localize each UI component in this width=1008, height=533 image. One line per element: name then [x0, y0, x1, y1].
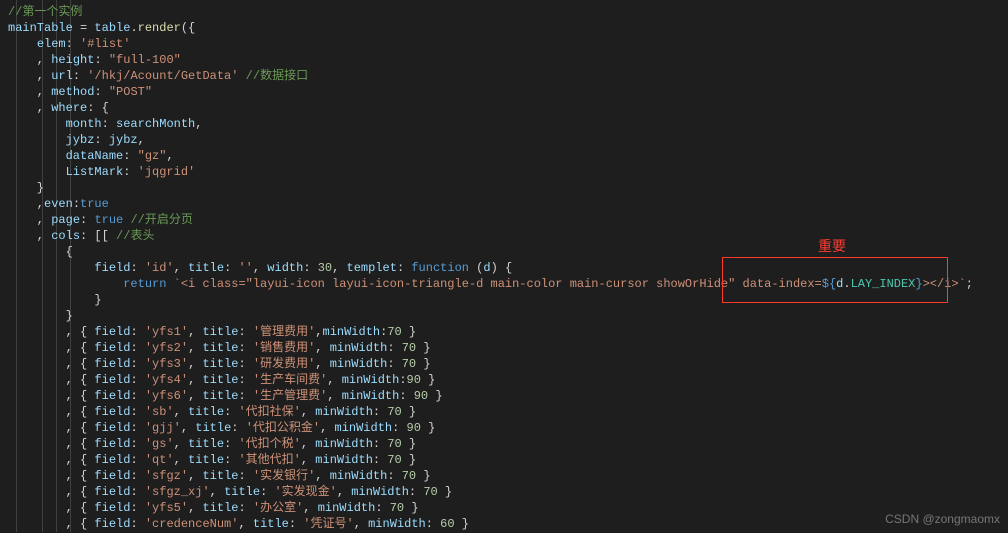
code-line[interactable]: , page: true //开启分页 — [0, 212, 1008, 228]
code-line[interactable]: , { field: 'gjj', title: '代扣公积金', minWid… — [0, 420, 1008, 436]
code-line[interactable]: ListMark: 'jqgrid' — [0, 164, 1008, 180]
code-line[interactable]: } — [0, 308, 1008, 324]
code-line[interactable]: //第一个实例 — [0, 4, 1008, 20]
code-line[interactable]: } — [0, 180, 1008, 196]
code-line[interactable]: dataName: "gz", — [0, 148, 1008, 164]
code-line[interactable]: , { field: 'yfs1', title: '管理费用',minWidt… — [0, 324, 1008, 340]
code-line[interactable]: elem: '#list' — [0, 36, 1008, 52]
code-line[interactable]: , { field: 'yfs3', title: '研发费用', minWid… — [0, 356, 1008, 372]
code-line[interactable]: month: searchMonth, — [0, 116, 1008, 132]
code-line[interactable]: , url: '/hkj/Acount/GetData' //数据接口 — [0, 68, 1008, 84]
code-line[interactable]: field: 'id', title: '', width: 30, templ… — [0, 260, 1008, 276]
code-line[interactable]: , where: { — [0, 100, 1008, 116]
code-line[interactable]: , { field: 'sfgz_xj', title: '实发现金', min… — [0, 484, 1008, 500]
code-line[interactable]: ,even:true — [0, 196, 1008, 212]
code-line[interactable]: , { field: 'yfs2', title: '销售费用', minWid… — [0, 340, 1008, 356]
code-line[interactable]: } — [0, 292, 1008, 308]
code-line[interactable]: , cols: [[ //表头 — [0, 228, 1008, 244]
code-line[interactable]: , { field: 'credenceNum', title: '凭证号', … — [0, 516, 1008, 532]
code-line[interactable]: , method: "POST" — [0, 84, 1008, 100]
code-line[interactable]: jybz: jybz, — [0, 132, 1008, 148]
code-line[interactable]: , { field: 'sb', title: '代扣社保', minWidth… — [0, 404, 1008, 420]
code-line[interactable]: { — [0, 244, 1008, 260]
code-line[interactable]: return `<i class="layui-icon layui-icon-… — [0, 276, 1008, 292]
code-line[interactable]: , { field: 'qt', title: '其他代扣', minWidth… — [0, 452, 1008, 468]
code-line[interactable]: , { field: 'gs', title: '代扣个税', minWidth… — [0, 436, 1008, 452]
code-line[interactable]: , { field: 'sfgz', title: '实发银行', minWid… — [0, 468, 1008, 484]
code-line[interactable]: , { field: 'yfs6', title: '生产管理费', minWi… — [0, 388, 1008, 404]
code-line[interactable]: mainTable = table.render({ — [0, 20, 1008, 36]
code-line[interactable]: , { field: 'yfs4', title: '生产车间费', minWi… — [0, 372, 1008, 388]
code-editor[interactable]: //第一个实例 mainTable = table.render({ elem:… — [0, 0, 1008, 532]
annotation-label: 重要 — [818, 238, 846, 254]
code-line[interactable]: , { field: 'yfs5', title: '办公室', minWidt… — [0, 500, 1008, 516]
code-line[interactable]: , height: "full-100" — [0, 52, 1008, 68]
watermark: CSDN @zongmaomx — [885, 511, 1000, 527]
